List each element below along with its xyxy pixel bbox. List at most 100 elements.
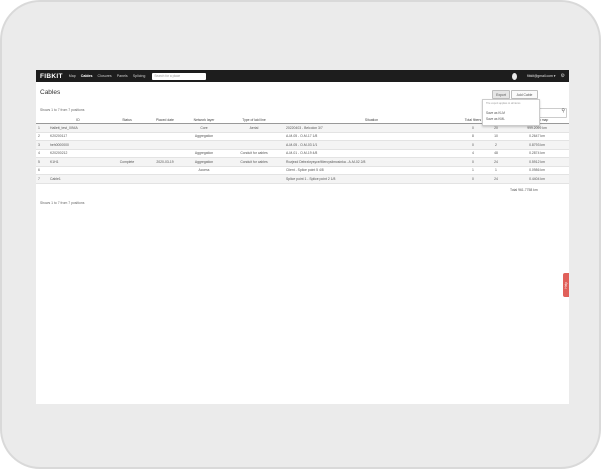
cable-id-link[interactable]: Hallett_test_XINIA bbox=[48, 123, 108, 133]
cable-id-link[interactable]: K1H1 bbox=[48, 157, 108, 167]
add-cable-button[interactable]: Add Cable bbox=[511, 90, 538, 99]
search-icon[interactable]: ⚲ bbox=[561, 108, 565, 114]
cell-date bbox=[146, 149, 184, 158]
export-button[interactable]: Export bbox=[492, 90, 510, 99]
cell-fr: 10 bbox=[487, 132, 505, 141]
export-note: The export applies to all items bbox=[486, 102, 521, 105]
cell-fibers: 8 bbox=[459, 132, 487, 141]
cell-fr: 2 bbox=[487, 140, 505, 150]
cell-date: 2020-03-19 bbox=[146, 157, 184, 167]
cell-layer bbox=[184, 140, 224, 150]
cell-layer: Core bbox=[184, 123, 224, 133]
row-number: 6 bbox=[36, 166, 48, 175]
cell-layer: Aggregation bbox=[184, 132, 224, 141]
cell-line-type bbox=[224, 166, 284, 175]
row-number: 1 bbox=[36, 123, 48, 133]
situation-link[interactable]: A-M-05 - O-M-17 1/8 bbox=[284, 132, 459, 141]
app-logo[interactable]: FIBKIT bbox=[40, 73, 63, 80]
pagination-info-bottom: Shows 1 to 7 from 7 positions bbox=[40, 201, 85, 205]
cell-line-type: Aerial bbox=[224, 123, 284, 133]
nav-item-panels[interactable]: Panels bbox=[117, 74, 128, 78]
pagination-info: Shows 1 to 7 from 7 positions bbox=[40, 108, 85, 112]
cell-fibers: 0 bbox=[459, 174, 487, 184]
cell-length: 0.5912 km bbox=[505, 157, 569, 167]
situation-link[interactable]: Client - Splice point 5 4/8 bbox=[284, 166, 459, 175]
cell-layer: Aggregation bbox=[184, 157, 224, 167]
row-number: 3 bbox=[36, 140, 48, 150]
help-tab[interactable]: Help bbox=[563, 273, 569, 297]
situation-link[interactable]: A-M-01 - O-M-19 4/8 bbox=[284, 149, 459, 158]
user-menu[interactable]: fibkit@gmail.com ▾ bbox=[527, 74, 556, 78]
cell-line-type bbox=[224, 132, 284, 141]
situation-link[interactable]: 20220403 - Belcolon 3/7 bbox=[284, 123, 459, 133]
cell-length: 0.2874 km bbox=[505, 149, 569, 158]
table-row[interactable]: 3 heh0000000 A-M-05 - O-M-03 1/1 0 2 0.8… bbox=[36, 140, 569, 150]
row-number: 7 bbox=[36, 174, 48, 184]
table-row[interactable]: 5 K1H1 Complete 2020-03-19 Aggregation C… bbox=[36, 157, 569, 167]
cell-line-type: Conduit for cables bbox=[224, 149, 284, 158]
nav-item-closures[interactable]: Closures bbox=[98, 74, 112, 78]
cable-id-link[interactable]: K20200212 bbox=[48, 149, 108, 158]
nav-item-map[interactable]: Map bbox=[69, 74, 76, 78]
cell-fr: 24 bbox=[487, 174, 505, 184]
cell-date bbox=[146, 132, 184, 141]
device-frame: FIBKIT Map Cables Closures Panels Splici… bbox=[0, 0, 601, 469]
cell-fr: 48 bbox=[487, 149, 505, 158]
cell-date bbox=[146, 140, 184, 150]
cell-line-type bbox=[224, 140, 284, 150]
cell-length: 0.8793 km bbox=[505, 140, 569, 150]
cable-id-link[interactable]: K20200117 bbox=[48, 132, 108, 141]
place-search-input[interactable]: Search for a place bbox=[152, 72, 207, 80]
cell-date bbox=[146, 174, 184, 184]
app-screen: FIBKIT Map Cables Closures Panels Splici… bbox=[36, 70, 569, 404]
total-length: Total 961.7758 km bbox=[510, 188, 538, 192]
top-navbar: FIBKIT Map Cables Closures Panels Splici… bbox=[36, 70, 569, 82]
gear-icon[interactable]: ⚙ bbox=[561, 73, 565, 79]
cell-line-type bbox=[224, 174, 284, 184]
cell-date bbox=[146, 123, 184, 133]
cell-status bbox=[108, 140, 146, 150]
cell-status bbox=[108, 174, 146, 184]
cell-layer bbox=[184, 174, 224, 184]
nav-item-splicing[interactable]: Splicing bbox=[133, 74, 146, 78]
table-row[interactable]: 6 Access Client - Splice point 5 4/8 1 1… bbox=[36, 166, 569, 175]
cell-status bbox=[108, 123, 146, 133]
situation-link[interactable]: A-M-05 - O-M-03 1/1 bbox=[284, 140, 459, 150]
cell-fr: 1 bbox=[487, 166, 505, 175]
table-row[interactable]: 2 K20200117 Aggregation A-M-05 - O-M-17 … bbox=[36, 132, 569, 141]
device-bezel: FIBKIT Map Cables Closures Panels Splici… bbox=[2, 2, 599, 467]
cell-length: 0.2647 km bbox=[505, 132, 569, 141]
cell-line-type: Conduit for cables bbox=[224, 157, 284, 167]
cell-status bbox=[108, 149, 146, 158]
situation-link[interactable]: Rozjezd Debrzkrysyce/Mercyslimosinka - A… bbox=[284, 157, 459, 167]
cell-fibers: 0 bbox=[459, 157, 487, 167]
cell-length: 0.4404 km bbox=[505, 174, 569, 184]
page-title: Cables bbox=[40, 89, 61, 96]
cell-layer: Access bbox=[184, 166, 224, 175]
situation-link[interactable]: Splice point 1 - Splice point 2 1/8 bbox=[284, 174, 459, 184]
cell-fibers: 4 bbox=[459, 149, 487, 158]
cell-status: Complete bbox=[108, 157, 146, 167]
row-number: 4 bbox=[36, 149, 48, 158]
export-dropdown: The export applies to all items Save as … bbox=[482, 99, 540, 126]
page-header: Cables Export Add Cable bbox=[36, 82, 569, 99]
export-menu-item[interactable]: Save as KML bbox=[483, 116, 539, 122]
cell-fr: 24 bbox=[487, 157, 505, 167]
nav-item-cables[interactable]: Cables bbox=[81, 74, 93, 78]
cell-fibers: 0 bbox=[459, 140, 487, 150]
avatar[interactable] bbox=[512, 72, 517, 80]
cable-id-link[interactable] bbox=[48, 166, 108, 175]
cell-date bbox=[146, 166, 184, 175]
table-row[interactable]: 7 Cable1 Splice point 1 - Splice point 2… bbox=[36, 174, 569, 184]
row-number: 2 bbox=[36, 132, 48, 141]
nav-user-area: fibkit@gmail.com ▾ ⚙ bbox=[512, 70, 565, 82]
cell-status bbox=[108, 166, 146, 175]
cable-id-link[interactable]: Cable1 bbox=[48, 174, 108, 184]
cell-fibers: 1 bbox=[459, 166, 487, 175]
table-row[interactable]: 4 K20200212 Aggregation Conduit for cabl… bbox=[36, 149, 569, 158]
cell-layer: Aggregation bbox=[184, 149, 224, 158]
row-number: 5 bbox=[36, 157, 48, 167]
cables-table: ID Status Placed date Network layer Type… bbox=[36, 117, 569, 184]
cable-id-link[interactable]: heh0000000 bbox=[48, 140, 108, 150]
cell-status bbox=[108, 132, 146, 141]
